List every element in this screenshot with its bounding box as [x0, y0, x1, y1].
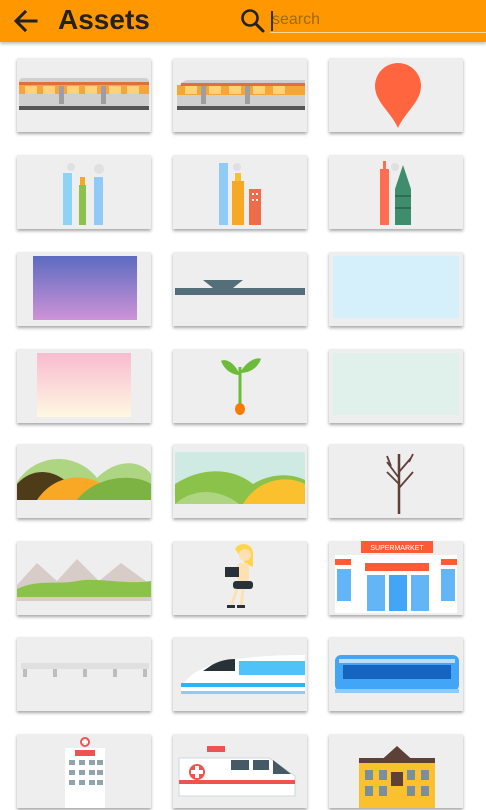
train-asset-2[interactable]	[173, 58, 307, 132]
pink-yellow-gradient-background[interactable]	[17, 349, 151, 423]
bare-tree-asset[interactable]	[329, 444, 463, 518]
mountains-grass-asset[interactable]	[17, 541, 151, 615]
city-towers-blue-asset[interactable]	[17, 155, 151, 229]
train-asset[interactable]	[17, 58, 151, 132]
supermarket-asset[interactable]: SUPERMARKET	[329, 541, 463, 615]
hospital-asset[interactable]	[17, 734, 151, 808]
city-towers-yellow-asset[interactable]	[173, 155, 307, 229]
page-title: Assets	[58, 4, 150, 35]
woman-with-laptop-asset[interactable]	[173, 541, 307, 615]
green-hills-sky-asset[interactable]	[173, 444, 307, 518]
search-input[interactable]	[270, 8, 486, 33]
bullet-train-asset[interactable]	[173, 637, 307, 711]
text-cursor	[271, 11, 273, 31]
road-bridge-asset[interactable]	[173, 252, 307, 326]
arrow-back-icon[interactable]	[10, 5, 42, 37]
mint-background[interactable]	[329, 349, 463, 423]
location-pin-asset[interactable]	[329, 58, 463, 132]
sprout-asset[interactable]	[173, 349, 307, 423]
elevated-rail-asset[interactable]	[17, 637, 151, 711]
supermarket-sign-text: SUPERMARKET	[370, 545, 424, 552]
search-icon[interactable]	[240, 8, 266, 34]
light-blue-background[interactable]	[329, 252, 463, 326]
purple-gradient-background[interactable]	[17, 252, 151, 326]
city-towers-red-asset[interactable]	[329, 155, 463, 229]
school-building-asset[interactable]	[329, 734, 463, 808]
hills-landscape-asset[interactable]	[17, 444, 151, 518]
blue-train-asset[interactable]	[329, 637, 463, 711]
ambulance-asset[interactable]	[173, 734, 307, 808]
app-bar: Assets	[0, 0, 486, 42]
